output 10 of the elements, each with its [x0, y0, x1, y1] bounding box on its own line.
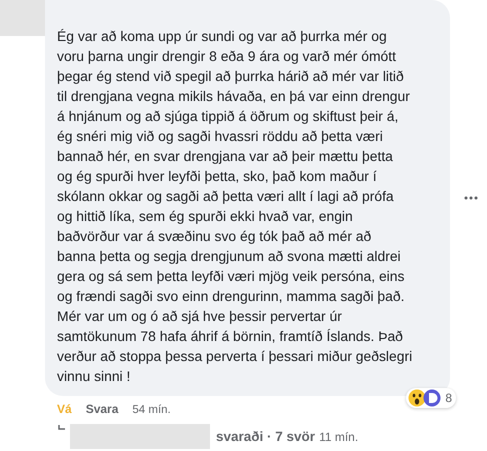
more-options-icon[interactable] [464, 196, 478, 200]
reply-time: 11 mín. [319, 430, 358, 444]
reaction-count: 8 [445, 391, 452, 405]
wow-emoji-icon [408, 389, 426, 407]
replies-link[interactable]: svaraði · 7 svör [216, 429, 316, 444]
comment-text: Ég var að koma upp úr sundi og var að þurrka mér og voru þarna ungir drengir 8 eða 9 ára og varð mér ómótt þegar ég stend við spegil að þurrka hárið að mér var litið til drengjana vegna mikils hávaða, en þá var einn drengur á hnjánum og að sjúga tippið á öðrum og skiftust þeir á, ég snéri mig við og sagði hvassri röddu að þetta væri bannað hér, en svar drengjana var að þeir mættu þetta og ég spurði hver leyfði þetta, sko, það kom maður í skólann okkar og sagði að þetta væri allt í lagi að prófa og hittið líka, sem ég spurði ekki hvað var, engin baðvörður var á svæðinu svo ég tók það að mér að banna þetta og segja drengjunum að svona mætti aldrei gera og sá sem þetta leyfði væri mjög veik persóna, eins og frændi sagði svo einn drengurinn, mamma sagði það. Mér var um og ó að sjá hve þessir pervertar úr samtökunum 78 hafa áhrif á börnin, framtíð Íslands. Það verður að stoppa þessa perverta í þessari miður geðslegri vinnu sinni ! [57, 27, 414, 386]
reaction-icon [423, 389, 442, 407]
comment-action-link[interactable]: Svara [86, 402, 118, 416]
reaction-badge[interactable]: 8 [406, 388, 456, 408]
comment-time: 54 mín. [132, 404, 171, 416]
